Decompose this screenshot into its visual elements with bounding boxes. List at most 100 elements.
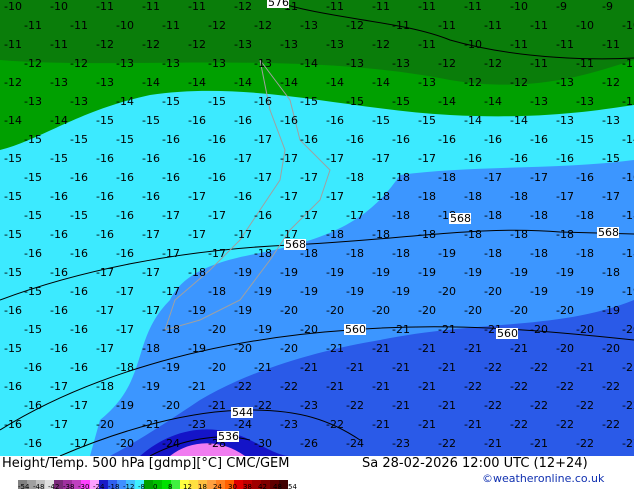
temperature-label: -18 — [622, 247, 634, 260]
temperature-label: -16 — [24, 399, 42, 412]
temperature-label: -22 — [510, 380, 528, 393]
temperature-label: -19 — [280, 266, 298, 279]
scale-label: 38 — [243, 483, 252, 490]
temperature-label: -13 — [556, 114, 574, 127]
temperature-label: -16 — [50, 342, 68, 355]
weather-map: -10-10-11-11-11-12-11-11-11-11-11-10-9-9… — [0, 0, 634, 456]
temperature-label: -18 — [392, 171, 410, 184]
temperature-label: -30 — [254, 437, 272, 450]
temperature-label: -16 — [96, 228, 114, 241]
temperature-label: -20 — [530, 323, 548, 336]
temperature-label: -22 — [484, 361, 502, 374]
temperature-label: -13 — [326, 38, 344, 51]
scale-label: 0 — [153, 483, 158, 490]
temperature-label: -13 — [234, 38, 252, 51]
temperature-label: -19 — [576, 285, 594, 298]
temperature-label: -11 — [96, 0, 114, 13]
temperature-label: -17 — [300, 209, 318, 222]
temperature-label: -16 — [24, 437, 42, 450]
temperature-label: -20 — [96, 418, 114, 431]
scale-label: 24 — [213, 483, 222, 490]
temperature-label: -18 — [510, 190, 528, 203]
temperature-label: -18 — [530, 209, 548, 222]
temperature-label: -17 — [208, 247, 226, 260]
temperature-label: -21 — [326, 380, 344, 393]
temperature-label: -15 — [116, 133, 134, 146]
contour-label: 560 — [497, 327, 518, 340]
temperature-label: -22 — [464, 380, 482, 393]
scale-label: 30 — [228, 483, 237, 490]
temperature-label: -20 — [484, 285, 502, 298]
temperature-label: -13 — [208, 57, 226, 70]
temperature-label: -18 — [188, 266, 206, 279]
temperature-label: -17 — [346, 209, 364, 222]
temperature-label: -14 — [50, 114, 68, 127]
temperature-label: -20 — [602, 342, 620, 355]
temperature-label: -22 — [622, 399, 634, 412]
temperature-label: -12 — [4, 76, 22, 89]
temperature-label: -11 — [530, 19, 548, 32]
temperature-label: -17 — [50, 380, 68, 393]
temperature-label: -14 — [280, 76, 298, 89]
temperature-label: -15 — [24, 209, 42, 222]
temperature-label: -15 — [372, 114, 390, 127]
temperature-label: -20 — [556, 342, 574, 355]
temperature-label: -14 — [326, 76, 344, 89]
temperature-label: -10 — [622, 19, 634, 32]
temperature-label: -12 — [208, 19, 226, 32]
contour-label: 568 — [450, 212, 471, 225]
temperature-label: -27 — [622, 437, 634, 450]
temperature-label: -16 — [70, 323, 88, 336]
temperature-label: -22 — [576, 399, 594, 412]
scale-label: -54 — [18, 483, 30, 490]
temperature-label: -16 — [280, 114, 298, 127]
temperature-label: -15 — [576, 133, 594, 146]
temperature-label: -22 — [326, 418, 344, 431]
temperature-label: -21 — [418, 418, 436, 431]
temperature-label: -20 — [162, 399, 180, 412]
temperature-label: -19 — [142, 380, 160, 393]
contour-label: 536 — [218, 430, 239, 443]
temperature-label: -22 — [530, 361, 548, 374]
temperature-label: -21 — [142, 418, 160, 431]
scale-swatch — [144, 480, 153, 489]
temperature-label: -11 — [418, 38, 436, 51]
temperature-label: -11 — [530, 57, 548, 70]
temperature-label: -15 — [418, 114, 436, 127]
temperature-label: -11 — [50, 38, 68, 51]
scale-label: 12 — [183, 483, 192, 490]
map-title: Height/Temp. 500 hPa [gdmp][°C] CMC/GEM — [2, 456, 290, 471]
scale-label: 18 — [198, 483, 207, 490]
temperature-label: -18 — [530, 247, 548, 260]
temperature-label: -15 — [392, 95, 410, 108]
temperature-label: -16 — [162, 171, 180, 184]
temperature-label: -17 — [96, 266, 114, 279]
temperature-label: -18 — [464, 190, 482, 203]
temperature-label: -19 — [346, 285, 364, 298]
temperature-label: -16 — [556, 152, 574, 165]
temperature-label: -26 — [300, 437, 318, 450]
temperature-label: -21 — [392, 361, 410, 374]
temperature-label: -24 — [162, 437, 180, 450]
temperature-label: -15 — [300, 95, 318, 108]
credit-link[interactable]: ©weatheronline.co.uk — [482, 472, 604, 485]
temperature-label: -20 — [208, 323, 226, 336]
temperature-label: -15 — [24, 171, 42, 184]
temperature-label: -19 — [188, 342, 206, 355]
temperature-label: -14 — [438, 95, 456, 108]
temperature-label: -17 — [50, 418, 68, 431]
temperature-label: -19 — [116, 399, 134, 412]
temperature-label: -14 — [464, 114, 482, 127]
temperature-label: -15 — [96, 114, 114, 127]
temperature-label: -11 — [484, 19, 502, 32]
temperature-label: -18 — [510, 228, 528, 241]
temperature-label: -11 — [438, 19, 456, 32]
scale-label: -42 — [48, 483, 60, 490]
temperature-label: -15 — [142, 114, 160, 127]
temperature-label: -18 — [392, 209, 410, 222]
temperature-label: -21 — [438, 361, 456, 374]
temperature-label: -15 — [24, 133, 42, 146]
temperature-label: -16 — [510, 152, 528, 165]
temperature-label: -18 — [484, 209, 502, 222]
temperature-label: -11 — [162, 19, 180, 32]
